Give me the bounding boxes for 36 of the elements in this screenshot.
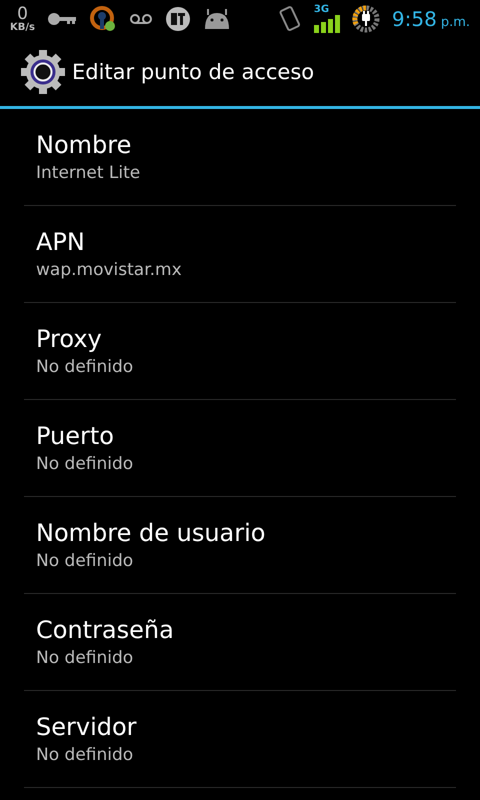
preference-title: Nombre de usuario <box>36 519 266 547</box>
preference-summary: No definido <box>36 745 134 765</box>
preference-item[interactable]: Puerto No definido <box>24 400 456 497</box>
clock-period: p.m. <box>440 15 470 30</box>
preference-item[interactable]: APN wap.movistar.mx <box>24 206 456 303</box>
network-type-label: 3G <box>314 5 330 15</box>
preference-summary: No definido <box>36 551 134 571</box>
preference-item[interactable]: Servidor No definido <box>24 691 456 788</box>
android-icon <box>202 9 231 29</box>
clock-time: 9:58 <box>392 7 437 31</box>
preference-title: Servidor <box>36 713 138 741</box>
charging-battery-icon <box>352 5 380 33</box>
signal-icon <box>314 15 340 33</box>
network-speed-unit: KB/s <box>10 22 35 32</box>
preference-summary: Internet Lite <box>36 163 142 183</box>
voicemail-icon <box>128 13 153 25</box>
preference-item[interactable]: Nombre Internet Lite <box>24 109 456 206</box>
screen-title: Editar punto de acceso <box>72 60 314 84</box>
preference-summary: No definido <box>36 648 134 668</box>
preference-summary: wap.movistar.mx <box>36 260 183 280</box>
preference-title: Nombre <box>36 131 132 159</box>
preference-item[interactable]: Proxy No definido <box>24 303 456 400</box>
circle-badge-icon <box>164 6 191 32</box>
preference-title: APN <box>36 228 86 256</box>
preference-title: Puerto <box>36 422 115 450</box>
network-speed-value: 0 <box>17 6 28 22</box>
settings-icon <box>20 49 66 95</box>
preference-title: Contraseña <box>36 616 175 644</box>
preference-summary: No definido <box>36 357 134 377</box>
lock-ring-icon <box>88 5 117 33</box>
preference-summary: No definido <box>36 454 134 474</box>
preference-item[interactable]: Nombre de usuario No definido <box>24 497 456 594</box>
preference-item[interactable]: Contraseña No definido <box>24 594 456 691</box>
preference-title: Proxy <box>36 325 103 353</box>
vibrate-phone-icon <box>278 6 302 32</box>
key-icon <box>46 11 77 27</box>
